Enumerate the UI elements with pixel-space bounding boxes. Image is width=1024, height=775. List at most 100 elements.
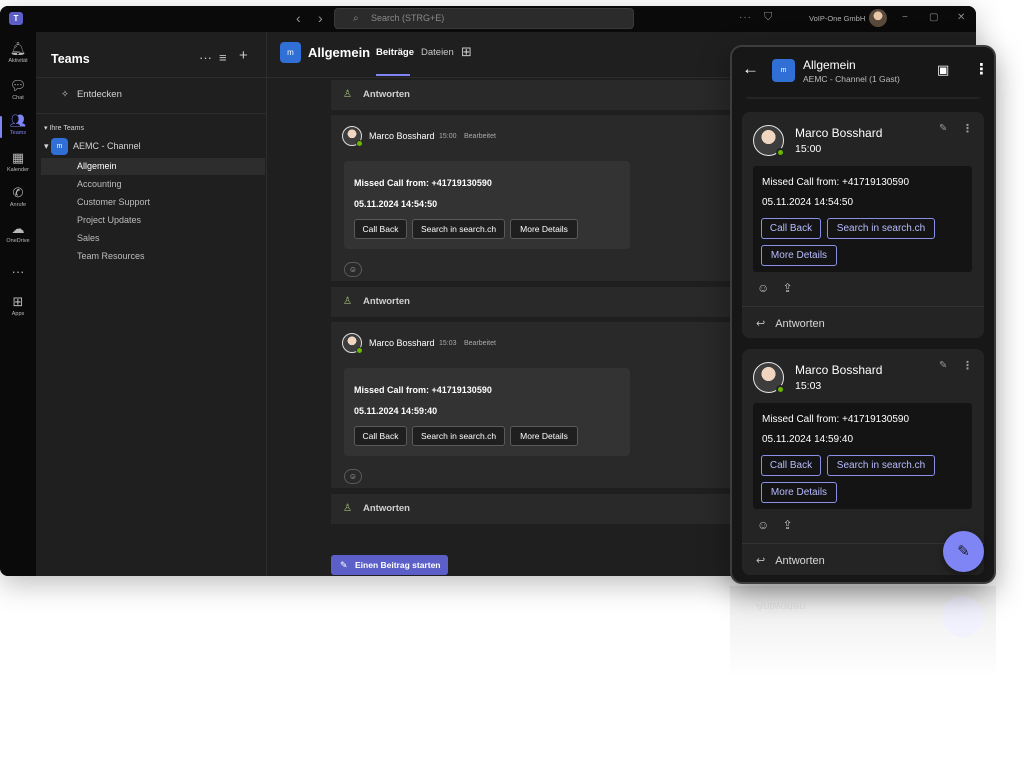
more-details-button[interactable]: More Details [510,426,578,446]
teams-list-pane: Teams ··· ≡ + ✧ Entdecken ▾ Ihre Teams ▾ … [36,32,267,576]
calendar-icon: ▦ [11,150,25,165]
author-avatar[interactable] [342,333,363,354]
forward-arrow-icon[interactable]: › [318,10,323,26]
search-input[interactable]: ⌕ Search (STRG+E) [334,8,634,29]
channel-allgemein[interactable]: Allgemein [41,158,265,175]
card-more-icon[interactable]: ⋮ [962,359,973,372]
share-icon[interactable]: ⇪ [783,281,793,295]
reply-label: Antworten [775,555,825,567]
author-avatar[interactable] [753,125,785,157]
discover-link[interactable]: ✧ Entdecken [61,89,122,100]
more-options-icon[interactable]: ··· [199,50,212,65]
tab-posts[interactable]: Beiträge [376,47,414,58]
filter-icon[interactable]: ≡ [219,50,227,65]
channel-team-resources[interactable]: Team Resources [41,248,265,265]
search-in-search-ch-button[interactable]: Search in search.ch [827,218,935,239]
teams-icon: 👥︎ [9,113,27,128]
author-name[interactable]: Marco Bosshard [369,338,435,348]
new-post-fab-icon[interactable]: ✎ [943,531,984,572]
tab-files[interactable]: Dateien [421,47,454,58]
user-avatar[interactable] [869,9,887,27]
bell-icon: 🔔︎ [9,41,27,56]
reply-button[interactable]: ♙ Antworten [331,80,741,110]
add-reaction-icon[interactable]: ☺ [757,518,769,532]
channel-sales[interactable]: Sales [41,230,265,247]
missed-call-timestamp: 05.11.2024 14:54:50 [762,197,854,208]
search-in-search-ch-button[interactable]: Search in search.ch [412,426,505,446]
back-arrow-icon[interactable]: ← [742,59,759,79]
app-rail: 🔔︎ Aktivität 💬︎ Chat 👥︎ Teams ▦ Kalender… [0,32,36,576]
add-reaction-icon[interactable]: ☺ [344,262,362,277]
more-options-icon[interactable]: ··· [739,12,752,23]
adaptive-card: Missed Call from: +41719130590 05.11.202… [753,166,972,272]
reply-arrow-icon: ↩ [756,555,766,567]
author-avatar[interactable] [342,126,363,147]
more-apps-icon[interactable]: ··· [0,265,36,279]
more-glyph: ··· [11,264,25,279]
channel-title: Allgemein [308,45,371,60]
reply-button[interactable]: ♙ Antworten [331,287,741,317]
restore-icon[interactable]: ▢ [929,12,938,23]
post: Marco Bosshard 15:03 Bearbeitet Missed C… [331,322,741,488]
post-time: 15:03 [439,340,457,347]
call-back-button[interactable]: Call Back [761,455,821,476]
channel-project-updates[interactable]: Project Updates [41,212,265,229]
start-post-button[interactable]: ✎ Einen Beitrag starten [331,555,448,575]
minimize-icon[interactable]: − [902,12,908,23]
author-avatar[interactable] [753,362,785,394]
author-name[interactable]: Marco Bosshard [795,126,882,140]
search-in-search-ch-button[interactable]: Search in search.ch [412,219,505,239]
share-icon[interactable]: ⇪ [783,518,793,532]
divider [742,306,984,307]
more-details-button[interactable]: More Details [510,219,578,239]
call-back-button[interactable]: Call Back [354,219,407,239]
search-in-search-ch-button[interactable]: Search in search.ch [827,455,935,476]
teams-logo-icon: T [9,12,23,25]
edit-icon[interactable]: ✎ [939,123,947,134]
more-details-button[interactable]: More Details [761,245,837,266]
rail-label: Aktivität [8,58,28,64]
reply-button[interactable]: ↩ Antworten [756,317,825,330]
more-options-icon[interactable]: ⋮ [974,60,989,78]
add-tab-icon[interactable]: ⊞ [461,44,472,60]
card-more-icon[interactable]: ⋮ [962,122,973,135]
author-name[interactable]: Marco Bosshard [795,363,882,377]
channel-accounting[interactable]: Accounting [41,176,265,193]
reply-button[interactable]: ↩ Antworten [756,554,825,567]
back-arrow-icon[interactable]: ‹ [296,10,301,26]
rail-item-activity[interactable]: 🔔︎ Aktivität [0,41,36,65]
call-back-button[interactable]: Call Back [354,426,407,446]
more-details-button[interactable]: More Details [761,482,837,503]
card-actions: ☺ ⇪ [757,281,793,295]
reply-avatar-icon: ♙ [343,296,352,307]
rail-item-calendar[interactable]: ▦ Kalender [0,150,36,174]
team-row-aemc[interactable]: ▾ m AEMC - Channel [44,138,141,155]
your-teams-header[interactable]: ▾ Ihre Teams [44,124,84,132]
rail-label: Chat [12,95,24,101]
reply-label: Antworten [363,503,410,514]
shield-icon[interactable]: ⛉ [764,11,772,24]
add-team-icon[interactable]: + [239,47,248,64]
rail-item-apps[interactable]: ⊞ Apps [0,295,36,318]
edit-icon[interactable]: ✎ [939,360,947,371]
video-call-icon[interactable]: ▣ [937,62,949,78]
close-icon[interactable]: ✕ [957,12,965,23]
organization-name[interactable]: VoIP-One GmbH [809,14,865,23]
rail-item-onedrive[interactable]: ☁ OneDrive [0,222,36,245]
reply-button[interactable]: ♙ Antworten [331,494,741,524]
call-back-button[interactable]: Call Back [761,218,821,239]
rail-item-chat[interactable]: 💬︎ Chat [0,79,36,102]
start-post-label: Einen Beitrag starten [355,560,441,570]
page-root: T ‹ › ⌕ Search (STRG+E) ··· ⛉ VoIP-One G… [0,0,1024,775]
channel-avatar: m [280,42,301,63]
rail-label: Teams [9,130,27,136]
mobile-header: ← m Allgemein AEMC - Channel (1 Gast) ▣ … [732,47,994,97]
search-icon: ⌕ [353,13,359,24]
author-name[interactable]: Marco Bosshard [369,131,435,141]
add-reaction-icon[interactable]: ☺ [344,469,362,484]
rail-item-calls[interactable]: ✆ Anrufe [0,186,36,209]
rail-item-teams[interactable]: 👥︎ Teams [0,113,36,137]
add-reaction-icon[interactable]: ☺ [757,281,769,295]
channel-customer-support[interactable]: Customer Support [41,194,265,211]
sparkle-icon: ✧ [61,89,69,100]
